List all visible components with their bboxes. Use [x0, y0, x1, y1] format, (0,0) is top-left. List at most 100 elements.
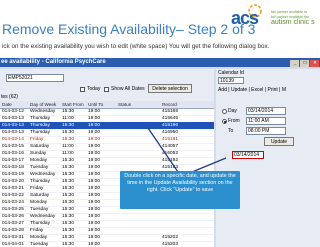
day-radio[interactable] [222, 109, 227, 114]
table-cell-to: 19:00 [88, 151, 101, 156]
instruction-callout: Double click on a specific date, and upd… [120, 171, 240, 209]
from-radio[interactable] [222, 119, 227, 124]
maximize-button[interactable]: □ [300, 60, 309, 67]
table-cell-date: 014-03-12 [2, 109, 24, 114]
slide: Remove Existing Availability– Step 2 of … [0, 0, 320, 247]
table-cell-from: 15:30 [62, 193, 75, 198]
table-cell-date: 014-03-31 [2, 235, 24, 240]
table-cell-day: Monday [30, 200, 48, 205]
table-cell-day: Monday [30, 158, 48, 163]
table-cell-date: 014-03-13 [2, 123, 24, 128]
window-title: ee availability - California PsychCare [1, 59, 106, 65]
from-time-field[interactable]: 11:00 AM [246, 117, 286, 125]
table-cell-from: 15:30 [62, 235, 75, 240]
close-button[interactable]: × [310, 60, 319, 67]
update-button[interactable]: Update [264, 137, 294, 146]
table-cell-day: Wednesday [30, 214, 56, 219]
slide-subtitle: ick on the existing availability you wis… [2, 43, 270, 50]
table-cell-from: 15:30 [62, 172, 75, 177]
table-cell-day: Saturday [30, 144, 50, 149]
table-cell-from: 15:30 [62, 214, 75, 219]
table-cell-to: 19:00 [88, 144, 101, 149]
table-cell-from: 15:30 [62, 130, 75, 135]
table-cell-record: 415645 [162, 116, 179, 121]
table-cell-record: 414057 [162, 144, 179, 149]
grid-edit-field[interactable]: 03/14/2014 [232, 151, 264, 159]
table-cell-day: Wednesday [30, 109, 56, 114]
table-cell-record: 415202 [162, 235, 179, 240]
availability-window: ee availability - California PsychCare _… [0, 58, 320, 247]
table-cell-to: 19:00 [88, 137, 101, 142]
table-cell-from: 15:30 [62, 221, 75, 226]
table-cell-to: 19:00 [88, 228, 101, 233]
column-header[interactable]: Start From [62, 101, 84, 108]
table-cell-date: 014-03-27 [2, 221, 24, 226]
table-cell-date: 014-03-28 [2, 228, 24, 233]
window-controls: _ □ × [289, 59, 319, 67]
table-cell-to: 19:00 [88, 200, 101, 205]
table-cell-to: 19:00 [88, 172, 101, 177]
logo-tagline-1: fall partner available to [271, 10, 308, 14]
calendar-id-field[interactable]: 10139 [218, 77, 244, 84]
to-label: To [228, 128, 234, 134]
table-cell-from: 15:30 [62, 137, 75, 142]
table-cell-from: 15:30 [62, 186, 75, 191]
table-row[interactable]: 014-04-01 Tuesday 15:30 19:00 415203 [0, 241, 214, 247]
show-all-checkbox[interactable] [104, 87, 109, 92]
today-checkbox[interactable] [80, 87, 85, 92]
table-cell-from: 11:00 [62, 144, 74, 149]
table-cell-date: 014-03-26 [2, 214, 24, 219]
table-cell-date: 014-03-19 [2, 172, 24, 177]
table-cell-day: Thursday [30, 116, 50, 121]
table-cell-from: 15:30 [62, 123, 75, 128]
table-cell-from: 15:30 [62, 242, 75, 247]
column-header[interactable]: Record [162, 101, 177, 108]
table-cell-from: 15:30 [62, 165, 75, 170]
table-cell-to: 19:00 [88, 165, 101, 170]
table-cell-record: 415191 [162, 137, 179, 142]
table-cell-day: Friday [30, 137, 44, 142]
column-header[interactable]: Day of Week [30, 101, 56, 108]
table-cell-record: 416052 [162, 151, 179, 156]
table-cell-day: Thursday [30, 221, 50, 226]
table-cell-to: 19:00 [88, 109, 101, 114]
table-cell-day: Tuesday [30, 165, 49, 170]
to-time-field[interactable]: 08:00 PM [246, 127, 286, 135]
minimize-button[interactable]: _ [290, 60, 299, 67]
show-all-label: Show All Dates [111, 86, 145, 92]
table-cell-date: 014-03-17 [2, 158, 24, 163]
table-cell-record: 415192 [162, 158, 179, 163]
table-cell-day: Tuesday [30, 242, 49, 247]
panel-toolbar[interactable]: Add | Update | Excel | Print | M [218, 87, 286, 93]
table-cell-to: 19:00 [88, 221, 101, 226]
table-cell-to: 19:00 [88, 158, 101, 163]
logo-text: acs [231, 8, 259, 28]
table-cell-record: 415203 [162, 242, 179, 247]
table-cell-to: 19:00 [88, 116, 101, 121]
grid-caption: tes (62) [1, 94, 18, 100]
table-cell-from: 15:30 [62, 228, 75, 233]
column-header[interactable]: Date [2, 101, 12, 108]
table-cell-date: 014-03-21 [2, 186, 24, 191]
table-cell-to: 19:00 [88, 130, 101, 135]
table-cell-date: 014-03-14 [2, 137, 24, 142]
table-cell-date: 014-03-13 [2, 116, 24, 121]
column-header[interactable]: Status [118, 101, 131, 108]
table-cell-day: Thursday [30, 179, 50, 184]
table-cell-record: 415169 [162, 109, 179, 114]
table-cell-date: 014-03-15 [2, 144, 24, 149]
date-field[interactable]: 03/14/2014 [246, 107, 286, 115]
table-cell-record: 416950 [162, 130, 179, 135]
table-cell-record: 415196 [162, 123, 179, 128]
provider-field[interactable]: EMP52021 [6, 74, 64, 82]
table-cell-day: Tuesday [30, 207, 49, 212]
availability-list-panel: EMP52021 Today Show All Dates Delete sel… [0, 69, 214, 247]
table-cell-from: 15:30 [62, 109, 75, 114]
today-label: Today [87, 86, 101, 92]
table-cell-from: 15:30 [62, 200, 75, 205]
table-cell-date: 014-03-18 [2, 165, 24, 170]
column-header[interactable]: Until To [88, 101, 103, 108]
table-cell-record: 415193 [162, 165, 179, 170]
table-cell-to: 19:00 [88, 242, 101, 247]
delete-selection-button[interactable]: Delete selection [148, 84, 192, 93]
